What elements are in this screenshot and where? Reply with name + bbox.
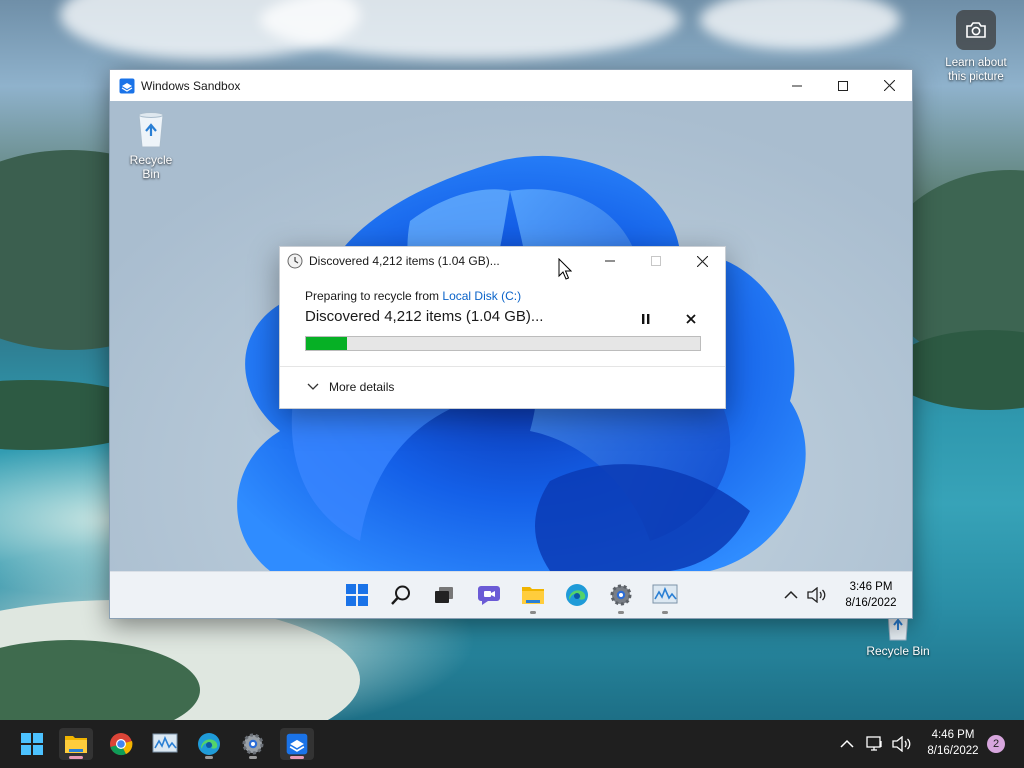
host-settings-button[interactable] [236, 728, 270, 760]
maximize-icon [838, 80, 848, 91]
more-details-label: More details [329, 380, 395, 394]
running-indicator [530, 611, 536, 614]
host-chrome-button[interactable] [104, 728, 138, 760]
folder-icon [65, 736, 87, 753]
running-indicator [618, 611, 624, 614]
dialog-status-text: Discovered 4,212 items (1.04 GB)... [305, 308, 544, 325]
search-icon [391, 585, 410, 605]
sandbox-edge-button[interactable] [564, 582, 590, 608]
sandbox-maximize-button[interactable] [820, 70, 866, 101]
speaker-icon [892, 736, 911, 752]
host-volume-button[interactable] [888, 728, 914, 760]
gear-icon [242, 733, 264, 755]
host-show-hidden-icons-button[interactable] [834, 728, 860, 760]
close-icon [686, 314, 696, 324]
sandbox-app-icon [286, 733, 308, 755]
chevron-up-icon [840, 739, 854, 748]
host-clock-date: 8/16/2022 [927, 745, 979, 757]
task-manager-icon [152, 733, 178, 753]
clock-icon [287, 253, 303, 269]
host-edge-button[interactable] [192, 728, 226, 760]
chevron-up-icon [784, 590, 798, 599]
progress-bar-fill [306, 337, 348, 350]
host-recycle-bin-label: Recycle Bin [866, 644, 930, 658]
source-location-link[interactable]: Local Disk (C:) [442, 289, 521, 303]
chrome-icon [110, 733, 133, 756]
sandbox-minimize-button[interactable] [774, 70, 820, 101]
dialog-close-button[interactable] [679, 247, 725, 275]
progress-bar [305, 336, 701, 351]
sandbox-recycle-bin-label: Recycle Bin [129, 153, 173, 181]
running-indicator [662, 611, 668, 614]
edge-icon [198, 733, 220, 755]
subtitle-prefix: Preparing to recycle from [305, 289, 443, 303]
sandbox-close-button[interactable] [866, 70, 912, 101]
sandbox-chat-button[interactable] [476, 582, 502, 608]
pause-button[interactable] [634, 309, 658, 329]
learn-about-picture-widget[interactable]: Learn about this picture [938, 10, 1014, 84]
host-network-button[interactable] [862, 728, 888, 760]
sandbox-task-manager-button[interactable] [652, 582, 678, 614]
dialog-titlebar[interactable]: Discovered 4,212 items (1.04 GB)... [280, 247, 725, 275]
dialog-divider [280, 366, 725, 367]
close-icon [696, 255, 708, 267]
chevron-down-icon [307, 383, 319, 390]
gear-icon [610, 584, 632, 606]
more-details-toggle[interactable]: More details [307, 380, 394, 394]
sandbox-search-button[interactable] [388, 582, 414, 608]
task-view-icon [435, 587, 453, 603]
sandbox-clock-date: 8/16/2022 [845, 597, 897, 609]
camera-icon [956, 10, 996, 50]
sandbox-volume-button[interactable] [804, 582, 828, 608]
close-icon [883, 80, 895, 91]
host-clock[interactable]: 4:46 PM 8/16/2022 [912, 727, 994, 759]
sandbox-file-explorer-button[interactable] [520, 582, 546, 614]
sandbox-task-view-button[interactable] [431, 582, 457, 608]
windows-logo-icon [346, 584, 368, 606]
running-indicator [205, 756, 213, 759]
recycle-progress-dialog: Discovered 4,212 items (1.04 GB)... Prep… [279, 246, 726, 409]
minimize-icon [792, 85, 802, 86]
dialog-title: Discovered 4,212 items (1.04 GB)... [309, 254, 500, 268]
active-app-indicator [69, 756, 83, 759]
dialog-subtitle: Preparing to recycle from Local Disk (C:… [305, 289, 521, 303]
host-task-manager-button[interactable] [148, 728, 182, 760]
recycle-bin-icon [138, 112, 164, 148]
speaker-icon [807, 587, 826, 603]
minimize-icon [605, 260, 615, 262]
host-sandbox-button[interactable] [280, 728, 314, 760]
sandbox-taskbar: 3:46 PM 8/16/2022 [110, 571, 912, 618]
sandbox-app-icon [119, 78, 135, 93]
sandbox-clock-time: 3:46 PM [849, 581, 893, 593]
cancel-operation-button[interactable] [679, 309, 703, 329]
running-indicator [249, 756, 257, 759]
dialog-minimize-button[interactable] [587, 247, 633, 275]
host-taskbar [0, 720, 1024, 768]
folder-icon [522, 587, 544, 604]
host-clock-time: 4:46 PM [931, 729, 975, 741]
sandbox-settings-button[interactable] [608, 582, 634, 614]
maximize-icon [651, 256, 661, 266]
sandbox-recycle-bin-icon[interactable]: Recycle Bin [120, 109, 182, 181]
host-file-explorer-button[interactable] [59, 728, 93, 760]
host-start-button[interactable] [15, 728, 49, 760]
sandbox-start-button[interactable] [344, 582, 370, 608]
chat-icon [478, 586, 500, 605]
sandbox-window-title: Windows Sandbox [141, 78, 241, 93]
mouse-cursor-icon [558, 258, 572, 280]
notification-count-badge[interactable]: 2 [987, 735, 1005, 753]
task-manager-icon [652, 584, 678, 604]
pause-icon [642, 314, 650, 324]
edge-icon [566, 584, 588, 606]
active-app-indicator [290, 756, 304, 759]
learn-picture-label: Learn about this picture [945, 57, 1007, 83]
sandbox-titlebar[interactable]: Windows Sandbox [110, 70, 912, 101]
sandbox-show-hidden-icons-button[interactable] [780, 582, 802, 608]
windows-logo-icon [21, 733, 43, 755]
sandbox-clock[interactable]: 3:46 PM 8/16/2022 [834, 579, 908, 611]
network-icon [866, 736, 882, 751]
dialog-maximize-button [633, 247, 679, 275]
